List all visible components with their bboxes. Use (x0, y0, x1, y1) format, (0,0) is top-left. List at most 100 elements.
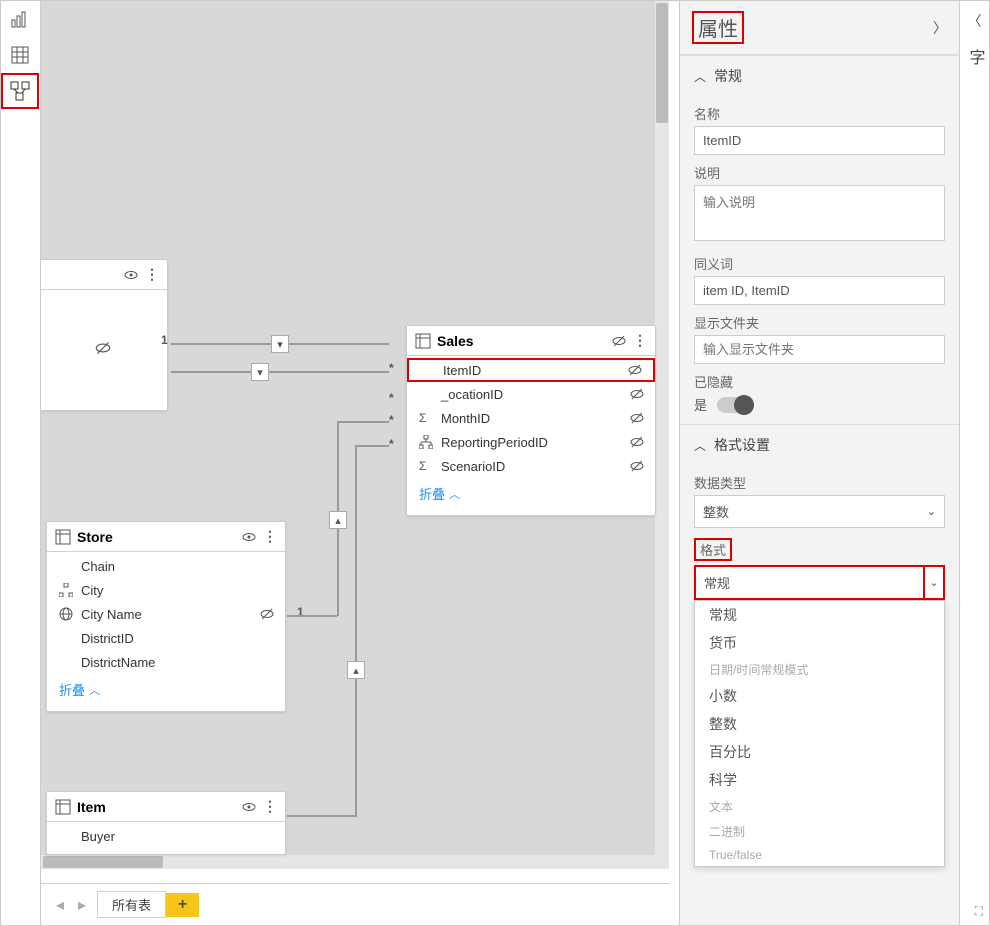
chevron-down-icon: ⌄ (929, 576, 938, 589)
node-menu-icon[interactable]: ⋮ (263, 798, 277, 815)
section-general-header[interactable]: ︿ 常规 (680, 56, 959, 96)
node-menu-icon[interactable]: ⋮ (263, 528, 277, 545)
hidden-icon (627, 362, 645, 378)
pane-header: 属性 〉 (680, 1, 959, 55)
chevron-up-icon: ︿ (694, 68, 706, 85)
visibility-icon[interactable] (123, 267, 139, 283)
sigma-icon: Σ (419, 459, 435, 473)
relationship-line[interactable] (355, 445, 357, 815)
relationship-line[interactable] (287, 815, 357, 817)
table-node-sales[interactable]: Sales ⋮ ItemID _ocationID ΣMonthID Repor… (406, 325, 656, 516)
field-districtid[interactable]: DistrictID (47, 626, 285, 650)
section-format-header[interactable]: ︿ 格式设置 (680, 425, 959, 465)
canvas-horizontal-scrollbar[interactable] (41, 855, 669, 869)
node-title: Store (77, 529, 241, 545)
relationship-line[interactable] (289, 343, 389, 345)
model-view-button[interactable] (1, 73, 39, 109)
collapse-link[interactable]: 折叠︿ (47, 674, 285, 705)
node-menu-icon[interactable]: ⋮ (633, 332, 647, 349)
field-buyer[interactable]: Buyer (47, 824, 285, 848)
format-option[interactable]: 科学 (695, 766, 944, 794)
hierarchy-icon (59, 583, 75, 597)
table-node-item[interactable]: Item ⋮ Buyer (46, 791, 286, 855)
hidden-value: 是 (694, 395, 707, 414)
table-node-partial[interactable]: ⋮ (41, 259, 168, 411)
sigma-icon: Σ (419, 411, 435, 425)
diagram-tab-all-tables[interactable]: 所有表 (97, 891, 166, 918)
format-option[interactable]: 小数 (695, 682, 944, 710)
field-itemid[interactable]: ItemID (407, 358, 655, 382)
field-city[interactable]: City (47, 578, 285, 602)
expand-pane-icon[interactable]: 〈 (960, 1, 989, 41)
fit-to-screen-icon[interactable]: ⛶ (975, 904, 983, 919)
report-view-button[interactable] (1, 1, 39, 37)
add-diagram-tab[interactable]: + (166, 893, 199, 917)
format-option-disabled: 文本 (695, 794, 944, 819)
format-option[interactable]: 常规 (695, 601, 944, 629)
table-node-store[interactable]: Store ⋮ Chain City City Name DistrictID … (46, 521, 286, 712)
field-scenarioid[interactable]: ΣScenarioID (407, 454, 655, 478)
format-option-disabled: 二进制 (695, 819, 944, 844)
visibility-icon[interactable] (241, 799, 257, 815)
model-canvas[interactable]: ⋮ Sales ⋮ ItemID _ocationID ΣMonthID (41, 1, 669, 869)
field-chain[interactable]: Chain (47, 554, 285, 578)
format-option[interactable]: 整数 (695, 710, 944, 738)
tab-nav-prev[interactable]: ◂ (49, 894, 71, 916)
field-cityname[interactable]: City Name (47, 602, 285, 626)
field-locationid[interactable]: _ocationID (407, 382, 655, 406)
fields-pane-collapsed[interactable]: 〈 字 (959, 1, 989, 925)
canvas-vertical-scrollbar[interactable] (655, 1, 669, 869)
hidden-icon (629, 386, 647, 402)
diagram-tabs-bar: ◂ ▸ 所有表 + (41, 883, 669, 925)
tab-nav-next[interactable]: ▸ (71, 894, 93, 916)
table-icon (55, 529, 71, 545)
format-select[interactable]: 常规 ⌄ (694, 565, 945, 600)
data-type-select[interactable]: 整数 ⌄ (694, 495, 945, 528)
format-option-disabled: True/false (695, 844, 944, 866)
name-input[interactable] (694, 126, 945, 155)
field-monthid[interactable]: ΣMonthID (407, 406, 655, 430)
relationship-filter-arrow[interactable]: ▾ (251, 363, 269, 381)
cardinality-many: * (389, 391, 394, 405)
format-option-disabled: 日期/时间常规模式 (695, 657, 944, 682)
hidden-toggle[interactable] (717, 397, 753, 413)
collapse-link[interactable]: 折叠︿ (407, 478, 655, 509)
chevron-up-icon: ︿ (89, 682, 100, 698)
visibility-icon[interactable] (241, 529, 257, 545)
pane-title: 属性 (692, 11, 744, 44)
table-icon (415, 333, 431, 349)
format-option[interactable]: 百分比 (695, 738, 944, 766)
cardinality-one: 1 (161, 333, 168, 347)
properties-panel: 属性 〉 ︿ 常规 名称 说明 同义词 显示文件夹 已隐藏 是 ︿ 格式设置 (679, 1, 959, 925)
display-folder-input[interactable] (694, 335, 945, 364)
hidden-icon (94, 339, 112, 357)
field-districtname[interactable]: DistrictName (47, 650, 285, 674)
relationship-line[interactable] (355, 445, 389, 447)
relationship-filter-arrow[interactable]: ▴ (329, 511, 347, 529)
description-input[interactable] (694, 185, 945, 241)
hidden-label: 已隐藏 (694, 372, 945, 391)
synonyms-input[interactable] (694, 276, 945, 305)
data-view-button[interactable] (1, 37, 39, 73)
name-label: 名称 (694, 104, 945, 123)
hierarchy-icon (419, 435, 435, 449)
chevron-up-icon: ︿ (694, 437, 706, 454)
hidden-icon (629, 434, 647, 450)
synonyms-label: 同义词 (694, 254, 945, 273)
relationship-line[interactable] (171, 343, 271, 345)
format-option[interactable]: 货币 (695, 629, 944, 657)
relationship-line[interactable] (337, 421, 389, 423)
hidden-icon[interactable] (611, 333, 627, 349)
relationship-filter-arrow[interactable]: ▴ (347, 661, 365, 679)
relationship-line[interactable] (269, 371, 389, 373)
collapse-pane-icon[interactable]: 〉 (933, 18, 947, 38)
cardinality-many: * (389, 437, 394, 451)
field-reportingperiodid[interactable]: ReportingPeriodID (407, 430, 655, 454)
fields-label: 字 (963, 49, 987, 65)
relationship-filter-arrow[interactable]: ▾ (271, 335, 289, 353)
chevron-down-icon: ⌄ (927, 505, 936, 518)
relationship-line[interactable] (287, 615, 337, 617)
node-menu-icon[interactable]: ⋮ (145, 266, 159, 283)
globe-icon (59, 607, 75, 621)
relationship-line[interactable] (171, 371, 251, 373)
